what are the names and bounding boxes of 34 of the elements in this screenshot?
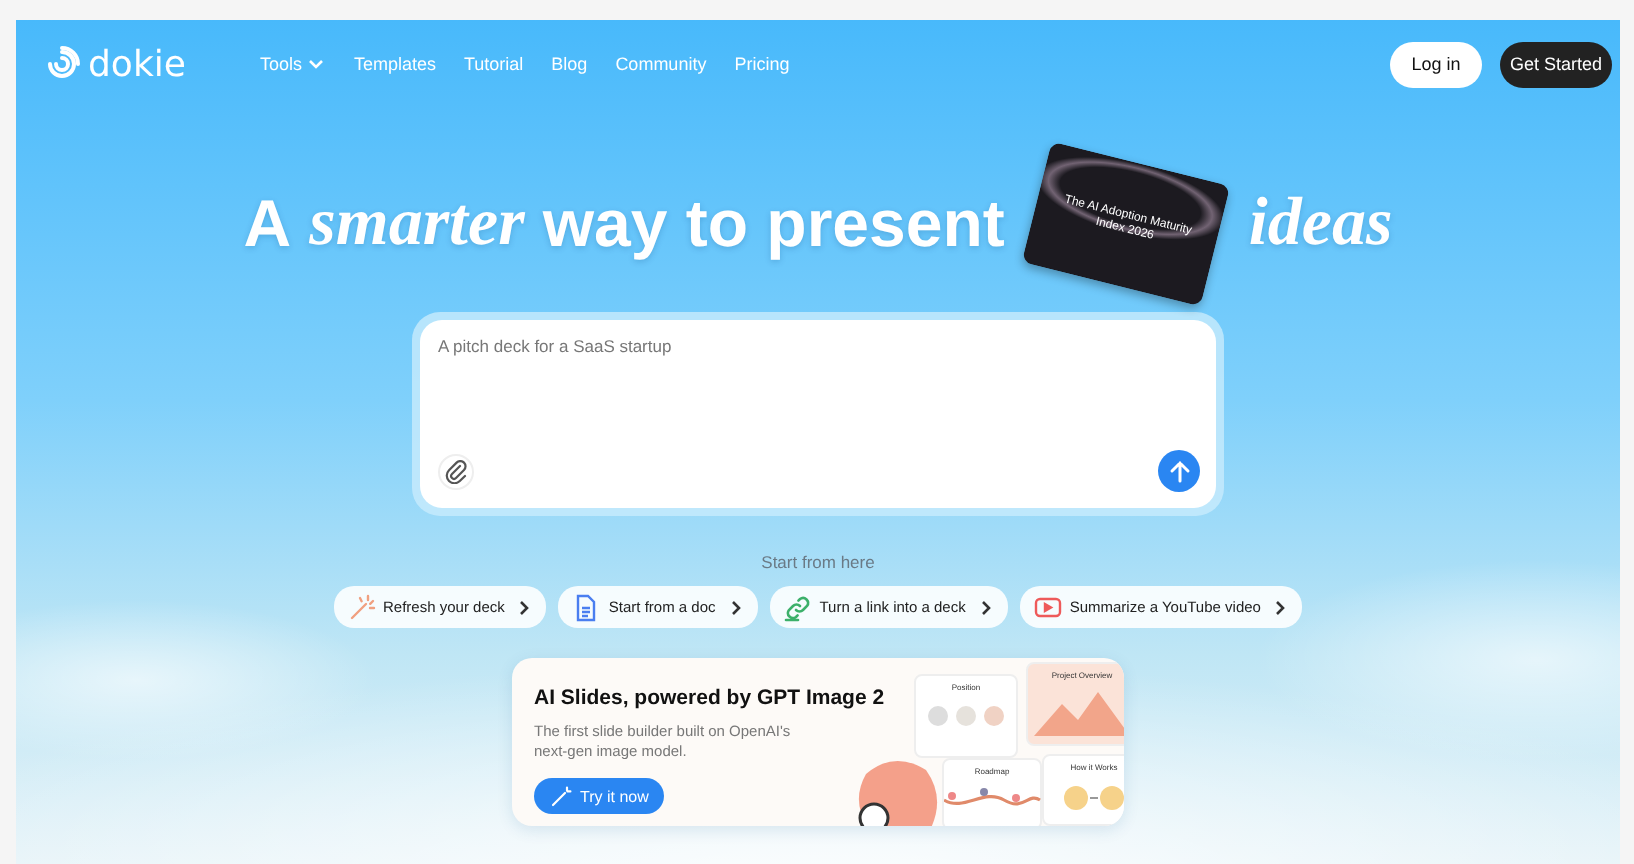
wand-icon bbox=[347, 593, 376, 621]
logo-icon bbox=[44, 46, 80, 82]
try-it-now-button[interactable]: Try it now bbox=[534, 778, 665, 815]
chevron-right-icon bbox=[977, 597, 994, 617]
nav-link[interactable]: Templates bbox=[339, 54, 450, 74]
arrow-up-icon bbox=[1167, 459, 1191, 483]
nav-link[interactable]: Tutorial bbox=[449, 54, 538, 74]
chevron-right-icon bbox=[1272, 597, 1289, 617]
document-icon bbox=[572, 593, 601, 621]
nav-link[interactable]: Pricing bbox=[720, 54, 804, 74]
login-button[interactable]: Log in bbox=[1390, 41, 1482, 87]
prompt-box[interactable]: A pitch deck for a SaaS startup bbox=[420, 320, 1216, 508]
nav-link[interactable]: Blog bbox=[537, 54, 602, 74]
send-button[interactable] bbox=[1158, 450, 1200, 492]
mountain-drawing bbox=[1034, 692, 1124, 736]
icon-row-drawing bbox=[926, 704, 1006, 728]
headline-text: way to present bbox=[542, 186, 1005, 262]
attach-button[interactable] bbox=[438, 453, 474, 489]
link-icon bbox=[783, 593, 812, 621]
headline-text: A bbox=[243, 186, 292, 262]
wand-icon bbox=[550, 785, 572, 808]
chevron-right-icon bbox=[727, 597, 744, 617]
flow-drawing bbox=[1062, 784, 1124, 812]
nav-link[interactable]: Tools bbox=[245, 54, 340, 74]
headline-text: ideas bbox=[1248, 186, 1393, 262]
chevron-right-icon bbox=[516, 597, 533, 617]
headline-text: smarter bbox=[309, 186, 525, 262]
get-started-button[interactable]: Get Started bbox=[1500, 41, 1612, 87]
logo-text[interactable]: dokie bbox=[88, 43, 186, 85]
video-icon bbox=[1033, 593, 1062, 621]
promo-title: AI Slides, powered by GPT Image 2 bbox=[534, 686, 885, 710]
section-label: Start from here bbox=[761, 552, 875, 572]
paperclip-icon bbox=[444, 459, 468, 483]
nav-link[interactable]: Community bbox=[601, 54, 721, 74]
